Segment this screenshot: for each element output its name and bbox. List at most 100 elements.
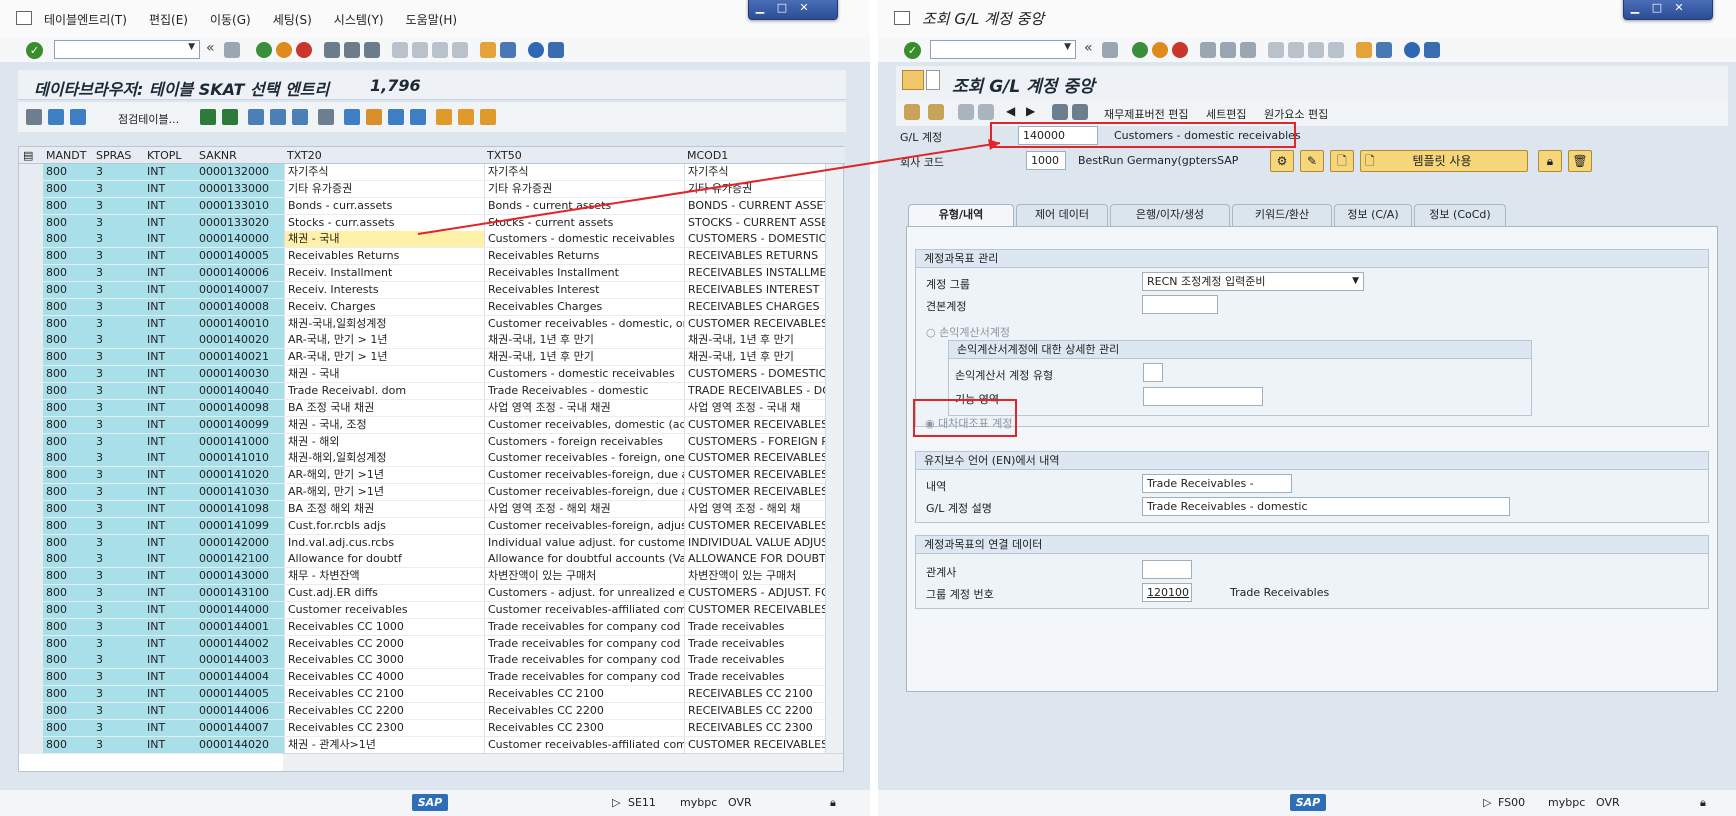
check-icon[interactable] — [48, 109, 64, 125]
cell-mandt[interactable]: 800 — [43, 231, 93, 248]
cell-saknr[interactable]: 0000140020 — [196, 332, 284, 349]
cell-saknr[interactable]: 0000140030 — [196, 366, 284, 383]
menu-table-entry[interactable]: 테이블엔트리(T) — [44, 11, 127, 28]
cell-mcod1[interactable]: CUSTOMER RECEIVABLES-AF — [684, 601, 827, 618]
cell-txt20[interactable]: Receivables CC 2200 — [284, 703, 484, 719]
cell-txt20[interactable]: Receiv. Charges — [284, 298, 484, 315]
cell-mcod1[interactable]: 채권-국내, 1년 후 만기 — [684, 332, 827, 349]
cell-spras[interactable]: 3 — [93, 568, 144, 585]
cell-ktopl[interactable]: INT — [144, 635, 196, 652]
cell-mandt[interactable]: 800 — [43, 180, 93, 197]
trading-partner-field[interactable] — [1142, 560, 1192, 579]
cell-mandt[interactable]: 800 — [43, 281, 93, 298]
cell-saknr[interactable]: 0000144000 — [196, 601, 284, 618]
cell-txt20[interactable]: BA 조정 국내 채권 — [284, 399, 484, 416]
table-row[interactable]: 800 3 INT 0000133020 Stocks - curr.assets Sto… — [19, 214, 827, 232]
cell-mandt[interactable]: 800 — [43, 164, 93, 180]
cell-saknr[interactable]: 0000141020 — [196, 467, 284, 484]
group-account-field[interactable]: 120100 — [1142, 583, 1192, 602]
help-icon[interactable] — [528, 42, 544, 58]
row-selector[interactable] — [19, 382, 43, 399]
cell-ktopl[interactable]: INT — [144, 416, 196, 433]
cell-mcod1[interactable]: RECEIVABLES CC 2100 — [684, 686, 827, 703]
cell-saknr[interactable]: 0000133020 — [196, 214, 284, 231]
cell-txt20[interactable]: 자기주식 — [284, 164, 484, 180]
cell-saknr[interactable]: 0000141099 — [196, 517, 284, 534]
template-button[interactable]: 🗋︎ 템플릿 사용 — [1360, 150, 1528, 172]
row-selector[interactable] — [19, 585, 43, 602]
row-selector[interactable] — [19, 484, 43, 501]
lock-icon[interactable]: 🔒︎ — [1538, 150, 1562, 172]
cell-txt20[interactable]: Customer receivables — [284, 601, 484, 618]
cell-spras[interactable]: 3 — [93, 534, 144, 551]
cell-mcod1[interactable]: TRADE RECEIVABLES - DOMI — [684, 382, 827, 399]
command-field[interactable]: ▼ — [930, 40, 1076, 59]
table-row[interactable]: 800 3 INT 0000140000 채권 - 국내 Customers - dome… — [19, 231, 827, 249]
cell-saknr[interactable]: 0000140005 — [196, 248, 284, 265]
back-icon[interactable] — [1132, 42, 1148, 58]
row-selector[interactable] — [19, 669, 43, 686]
cell-txt50[interactable]: Customer receivables-foreign, due a — [484, 467, 684, 484]
cell-spras[interactable]: 3 — [93, 164, 144, 180]
chevron-down-icon[interactable]: ▼ — [188, 42, 195, 52]
select-layout-icon[interactable] — [458, 109, 474, 125]
cell-mandt[interactable]: 800 — [43, 450, 93, 467]
shortcut-icon[interactable] — [500, 42, 516, 58]
table-row[interactable]: 800 3 INT 0000141020 AR-해외, 만기 >1년 Customer r… — [19, 467, 827, 485]
cell-ktopl[interactable]: INT — [144, 164, 196, 180]
col-ktopl[interactable]: KTOPL — [147, 149, 182, 162]
cell-txt20[interactable]: Bonds - curr.assets — [284, 197, 484, 214]
row-selector[interactable] — [19, 265, 43, 282]
cell-spras[interactable]: 3 — [93, 214, 144, 231]
cell-mcod1[interactable]: Trade receivables — [684, 618, 827, 635]
redo-icon[interactable] — [978, 104, 994, 120]
cell-ktopl[interactable]: INT — [144, 736, 196, 753]
cell-ktopl[interactable]: INT — [144, 433, 196, 450]
layout-menu-icon[interactable] — [548, 42, 564, 58]
cell-mcod1[interactable]: CUSTOMERS - DOMESTIC RE — [684, 366, 827, 383]
cell-spras[interactable]: 3 — [93, 585, 144, 602]
cell-txt20[interactable]: 기타 유가증권 — [284, 180, 484, 197]
table-row[interactable]: 800 3 INT 0000143000 채무 - 차변잔액 차변잔액이 있는 구매처 차변… — [19, 568, 827, 586]
row-selector[interactable] — [19, 416, 43, 433]
print-icon[interactable] — [1200, 42, 1216, 58]
row-selector[interactable] — [19, 180, 43, 197]
row-selector[interactable] — [19, 601, 43, 618]
cell-spras[interactable]: 3 — [93, 180, 144, 197]
cell-txt20[interactable]: Receiv. Interests — [284, 281, 484, 298]
cell-spras[interactable]: 3 — [93, 382, 144, 399]
table-row[interactable]: 800 3 INT 0000144007 Receivables CC 2300 Rece… — [19, 719, 827, 737]
cell-spras[interactable]: 3 — [93, 433, 144, 450]
row-selector[interactable] — [19, 214, 43, 231]
row-selector[interactable] — [19, 450, 43, 467]
cell-saknr[interactable]: 0000144004 — [196, 669, 284, 686]
table-row[interactable]: 800 3 INT 0000141030 AR-해외, 만기 >1년 Customer r… — [19, 484, 827, 501]
cell-ktopl[interactable]: INT — [144, 315, 196, 332]
save-icon[interactable] — [224, 42, 240, 58]
prev-page-icon[interactable] — [1288, 42, 1304, 58]
cell-txt50[interactable]: Customer receivables-foreign, due a — [484, 484, 684, 501]
table-row[interactable]: 800 3 INT 0000144003 Receivables CC 3000 Trad… — [19, 652, 827, 670]
back-icon[interactable] — [256, 42, 272, 58]
cell-ktopl[interactable]: INT — [144, 298, 196, 315]
table-row[interactable]: 800 3 INT 0000141000 채권 - 해외 Customers - fore… — [19, 433, 827, 451]
cell-mandt[interactable]: 800 — [43, 197, 93, 214]
status-tcode[interactable]: SE11 — [628, 796, 656, 809]
row-selector[interactable] — [19, 551, 43, 568]
cell-saknr[interactable]: 0000132000 — [196, 164, 284, 180]
pl-type-field[interactable] — [1143, 363, 1163, 382]
cell-ktopl[interactable]: INT — [144, 568, 196, 585]
cell-spras[interactable]: 3 — [93, 484, 144, 501]
row-selector[interactable] — [19, 332, 43, 349]
maximize-icon[interactable]: □ — [771, 0, 793, 17]
col-mcod1[interactable]: MCOD1 — [687, 149, 728, 162]
status-tcode[interactable]: FS00 — [1498, 796, 1525, 809]
cell-txt20[interactable]: 채무 - 차변잔액 — [284, 568, 484, 585]
cell-spras[interactable]: 3 — [93, 315, 144, 332]
cell-saknr[interactable]: 0000140099 — [196, 416, 284, 433]
cell-mcod1[interactable]: CUSTOMERS - DOMESTIC RE — [684, 231, 827, 248]
cell-txt50[interactable]: Customers - domestic receivables — [484, 231, 684, 248]
maximize-icon[interactable]: □ — [1646, 0, 1668, 17]
layout-icon[interactable] — [436, 109, 452, 125]
cell-mandt[interactable]: 800 — [43, 214, 93, 231]
